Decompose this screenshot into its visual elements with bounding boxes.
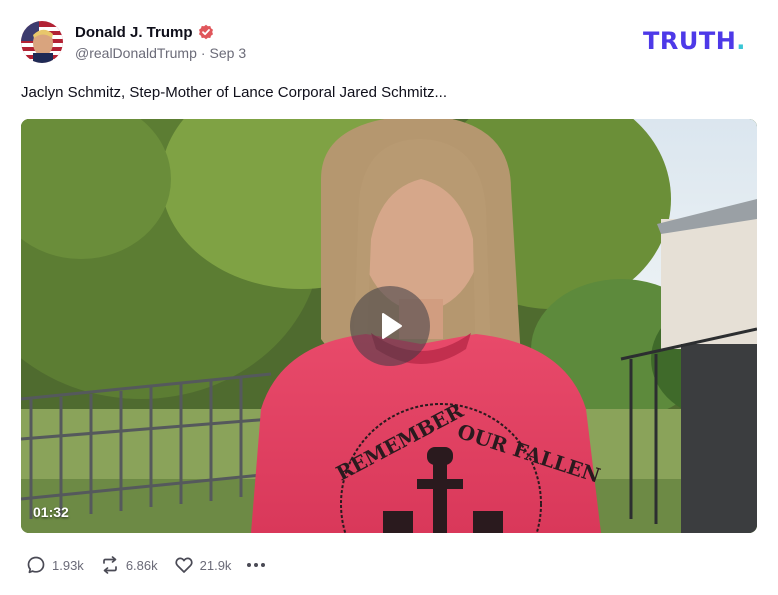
- author-avatar[interactable]: [21, 21, 63, 63]
- truth-post: Donald J. Trump @realDonaldTrump · Sep 3…: [0, 0, 778, 595]
- logo-dot: .: [736, 27, 746, 55]
- author-meta: @realDonaldTrump · Sep 3: [75, 45, 246, 61]
- video-duration: 01:32: [33, 504, 69, 520]
- name-row: Donald J. Trump: [75, 22, 246, 42]
- reply-count: 1.93k: [52, 557, 84, 573]
- post-date[interactable]: Sep 3: [210, 45, 247, 61]
- retruth-icon: [102, 556, 117, 574]
- author-handle[interactable]: @realDonaldTrump: [75, 45, 197, 61]
- post-actions: 1.93k 6.86k 21.9k: [26, 554, 266, 576]
- heart-icon: [175, 557, 193, 573]
- like-count: 21.9k: [199, 557, 232, 573]
- retruth-button[interactable]: 6.86k: [100, 555, 158, 575]
- more-options-icon[interactable]: [247, 563, 266, 567]
- logo-text: TRUTH: [643, 27, 737, 55]
- dot: [254, 563, 259, 567]
- truth-logo[interactable]: TRUTH.: [643, 27, 746, 55]
- verified-badge-icon: [198, 24, 214, 40]
- author-info: Donald J. Trump @realDonaldTrump · Sep 3: [75, 22, 246, 62]
- reply-button[interactable]: 1.93k: [26, 555, 84, 575]
- comment-bubble-icon: [27, 556, 45, 574]
- dot: [247, 563, 252, 567]
- dot: [261, 563, 266, 567]
- play-icon: [382, 313, 402, 339]
- retruth-count: 6.86k: [125, 557, 158, 573]
- post-body-text: Jaclyn Schmitz, Step-Mother of Lance Cor…: [21, 84, 448, 101]
- play-button[interactable]: [350, 286, 430, 366]
- video-player[interactable]: REMEMBER OUR FALLEN 01:32: [21, 119, 757, 533]
- meta-separator: ·: [200, 45, 206, 61]
- author-display-name[interactable]: Donald J. Trump: [75, 24, 193, 41]
- like-button[interactable]: 21.9k: [174, 555, 232, 575]
